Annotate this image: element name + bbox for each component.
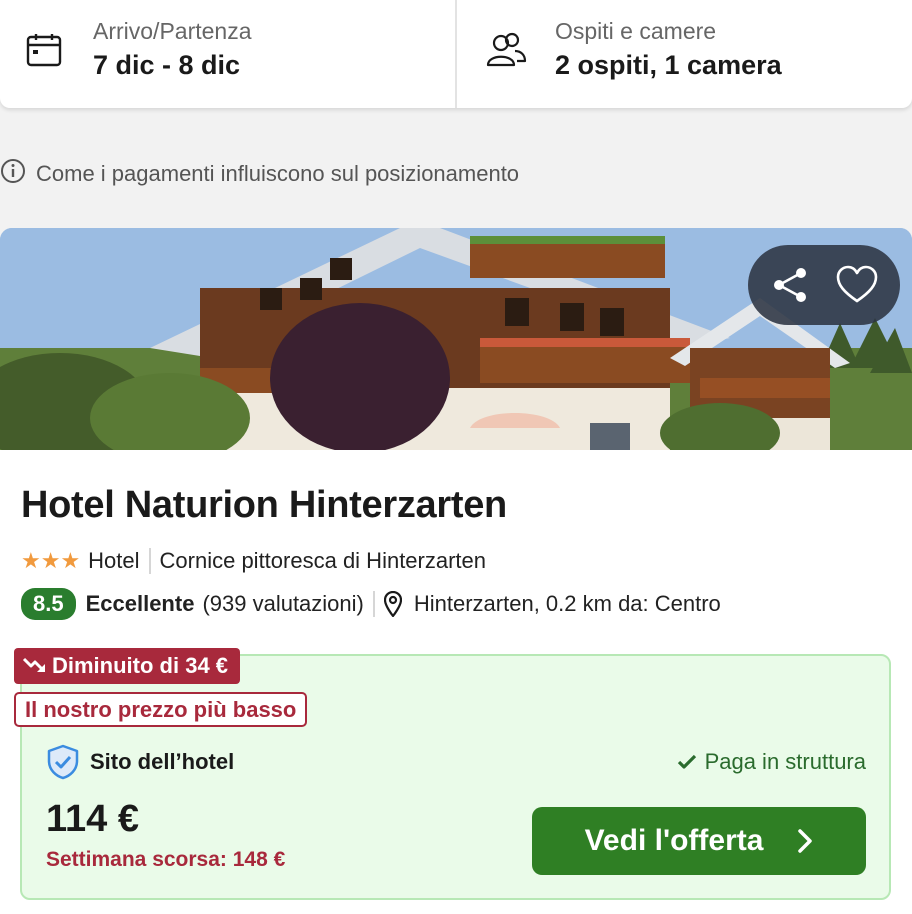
- hotel-photo[interactable]: [0, 228, 912, 450]
- guests-value: 2 ospiti, 1 camera: [555, 50, 782, 80]
- info-icon: [0, 158, 36, 190]
- divider: [148, 548, 151, 574]
- hotel-type: Hotel: [88, 548, 140, 573]
- ranking-info-link[interactable]: Come i pagamenti influiscono sul posizio…: [0, 158, 519, 190]
- lowest-price-badge: Il nostro prezzo più basso: [14, 692, 308, 727]
- view-offer-label: Vedi l'offerta: [584, 824, 764, 857]
- calendar-icon: [26, 32, 62, 73]
- shield-check-icon: [46, 744, 90, 780]
- last-week-price: Settimana scorsa: 148 €: [46, 848, 286, 871]
- price-drop-badge: Diminuito di 34 €: [14, 648, 241, 684]
- current-price: 114 €: [46, 798, 139, 840]
- star-rating: ★★★: [21, 548, 81, 573]
- photo-actions: [748, 245, 900, 325]
- dates-value: 7 dic - 8 dic: [93, 50, 241, 80]
- hotel-location: Hinterzarten, 0.2 km da: Centro: [413, 591, 721, 616]
- offer-provider: Sito dell’hotel: [46, 744, 234, 780]
- view-offer-button[interactable]: Vedi l'offerta: [532, 807, 866, 875]
- share-icon[interactable]: [771, 265, 811, 305]
- rating-word: Eccellente: [85, 591, 195, 616]
- divider: [372, 591, 375, 617]
- hotel-tagline: Cornice pittoresca di Hinterzarten: [159, 548, 487, 573]
- payment-note-text: Paga in struttura: [704, 749, 866, 774]
- provider-name: Sito dell’hotel: [90, 749, 235, 774]
- hotel-name[interactable]: Hotel Naturion Hinterzarten: [21, 484, 507, 527]
- location-pin-icon: [383, 591, 402, 617]
- check-icon: [677, 754, 705, 770]
- rating-count: (939 valutazioni): [202, 591, 364, 616]
- trend-down-icon: [22, 656, 52, 676]
- dates-label: Arrivo/Partenza: [93, 18, 252, 44]
- chevron-right-icon: [763, 828, 813, 854]
- payment-note: Paga in struttura: [677, 749, 866, 775]
- price-drop-text: Diminuito di 34 €: [52, 653, 229, 678]
- ranking-info-text: Come i pagamenti influiscono sul posizio…: [36, 161, 520, 186]
- search-bar: Arrivo/Partenza 7 dic - 8 dic Ospiti e c…: [0, 0, 912, 108]
- hotel-rating-row: 8.5 Eccellente (939 valutazioni) Hinterz…: [21, 588, 721, 620]
- heart-icon[interactable]: [836, 265, 878, 305]
- dates-selector[interactable]: Arrivo/Partenza 7 dic - 8 dic: [0, 0, 457, 108]
- guests-label: Ospiti e camere: [555, 18, 717, 44]
- guests-selector[interactable]: Ospiti e camere 2 ospiti, 1 camera: [457, 0, 912, 108]
- rating-score-badge: 8.5: [21, 588, 76, 620]
- guests-icon: [485, 32, 527, 73]
- hotel-meta: ★★★ Hotel Cornice pittoresca di Hinterza…: [21, 548, 486, 574]
